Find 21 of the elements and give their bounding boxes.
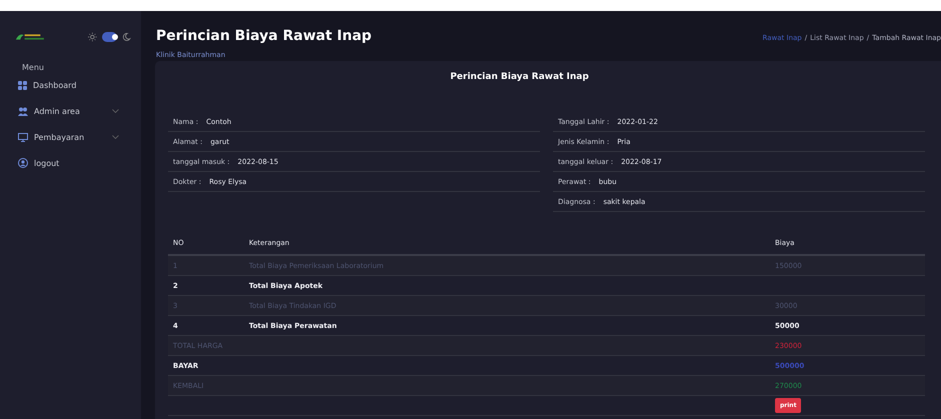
- card-title: Perincian Biaya Rawat Inap: [449, 72, 590, 82]
- sun-icon: [88, 32, 96, 42]
- theme-toggle[interactable]: [102, 32, 118, 42]
- users-icon: [18, 106, 28, 116]
- sidebar-item-label: Pembayaran: [34, 132, 84, 142]
- sidebar-item-label: Dashboard: [33, 80, 76, 90]
- menu-label: Menu: [21, 62, 45, 72]
- monitor-icon: [18, 132, 28, 142]
- sidebar-item[interactable]: logout: [18, 150, 133, 176]
- moon-icon: [122, 32, 131, 42]
- sidebar-item-label: Admin area: [34, 106, 80, 116]
- page-title: Perincian Biaya Rawat Inap: [156, 28, 372, 44]
- user-icon: [18, 158, 28, 168]
- sidebar-item[interactable]: Dashboard: [18, 72, 133, 98]
- logo-icon: [15, 32, 45, 42]
- caret-icon: [112, 135, 119, 139]
- sidebar-item[interactable]: Admin area: [18, 98, 133, 124]
- sidebar-item[interactable]: Pembayaran: [18, 124, 133, 150]
- caret-icon: [112, 109, 119, 113]
- sidebar-item-label: logout: [34, 158, 60, 168]
- grid-icon: [18, 80, 27, 90]
